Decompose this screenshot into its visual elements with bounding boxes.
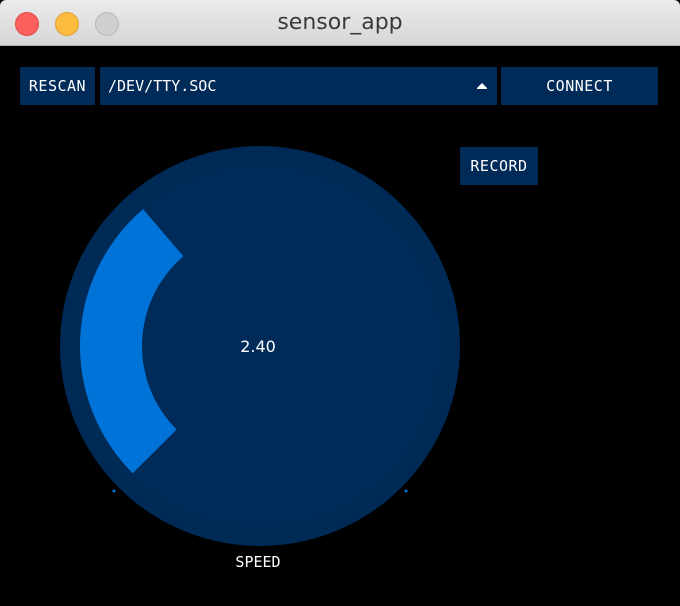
title-bar: sensor_app [0,0,680,46]
knob-tick-left [112,489,116,493]
connect-button[interactable]: CONNECT [501,67,658,105]
port-dropdown[interactable]: /DEV/TTY.SOC [100,67,497,105]
caret-up-icon [477,83,487,89]
port-dropdown-value: /DEV/TTY.SOC [108,77,217,95]
gauge-label: SPEED [235,553,281,571]
gauge-value: 2.40 [240,337,276,356]
knob-tick-right [404,489,408,493]
rescan-button[interactable]: RESCAN [20,67,95,105]
record-button[interactable]: RECORD [460,147,538,185]
window-title: sensor_app [277,10,403,35]
app-content: RESCAN /DEV/TTY.SOC CONNECT RECORD 2.40 … [0,47,680,606]
